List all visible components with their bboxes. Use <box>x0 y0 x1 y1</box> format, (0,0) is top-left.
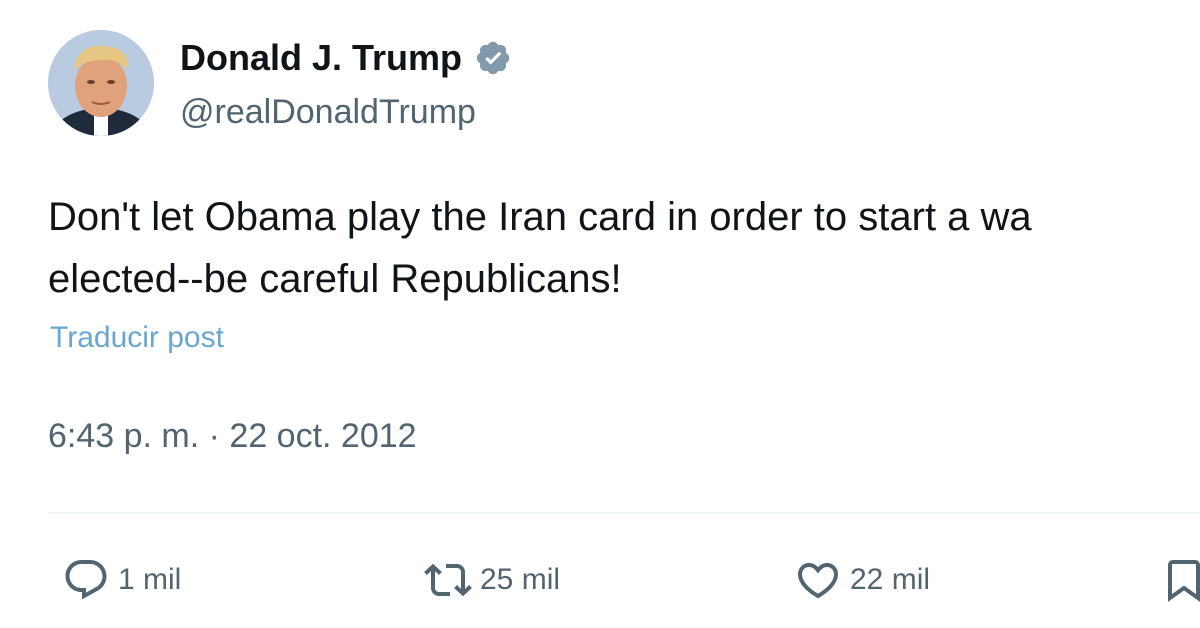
bookmark-button[interactable] <box>1160 550 1200 610</box>
translate-post-link[interactable]: Traducir post <box>50 318 224 358</box>
author-handle[interactable]: @realDonaldTrump <box>180 90 476 134</box>
tweet-text: Don't let Obama play the Iran card in or… <box>48 186 1200 310</box>
like-count: 22 mil <box>850 563 931 596</box>
retweet-count: 25 mil <box>480 563 561 596</box>
tweet-card: Donald J. Trump @realDonaldTrump Don't l… <box>0 0 1200 628</box>
avatar[interactable] <box>48 30 154 136</box>
author-name-row: Donald J. Trump <box>180 36 512 80</box>
like-button[interactable]: 22 mil <box>794 550 930 610</box>
tweet-text-line: elected--be careful Republicans! <box>48 257 622 301</box>
reply-icon <box>62 556 110 604</box>
tweet-timestamp[interactable]: 6:43 p. m. · 22 oct. 2012 <box>48 414 417 458</box>
tweet-text-line: Don't let Obama play the Iran card in or… <box>48 195 1032 239</box>
retweet-button[interactable]: 25 mil <box>424 550 560 610</box>
reply-count: 1 mil <box>118 563 182 596</box>
bookmark-icon <box>1160 556 1200 604</box>
divider <box>48 512 1200 514</box>
author-display-name[interactable]: Donald J. Trump <box>180 36 462 80</box>
reply-button[interactable]: 1 mil <box>62 550 181 610</box>
retweet-icon <box>424 556 472 604</box>
verified-badge-icon[interactable] <box>474 39 512 77</box>
profile-photo-icon <box>48 30 154 136</box>
heart-icon <box>794 556 842 604</box>
action-bar: 1 mil 25 mil 22 mil <box>0 550 1200 610</box>
